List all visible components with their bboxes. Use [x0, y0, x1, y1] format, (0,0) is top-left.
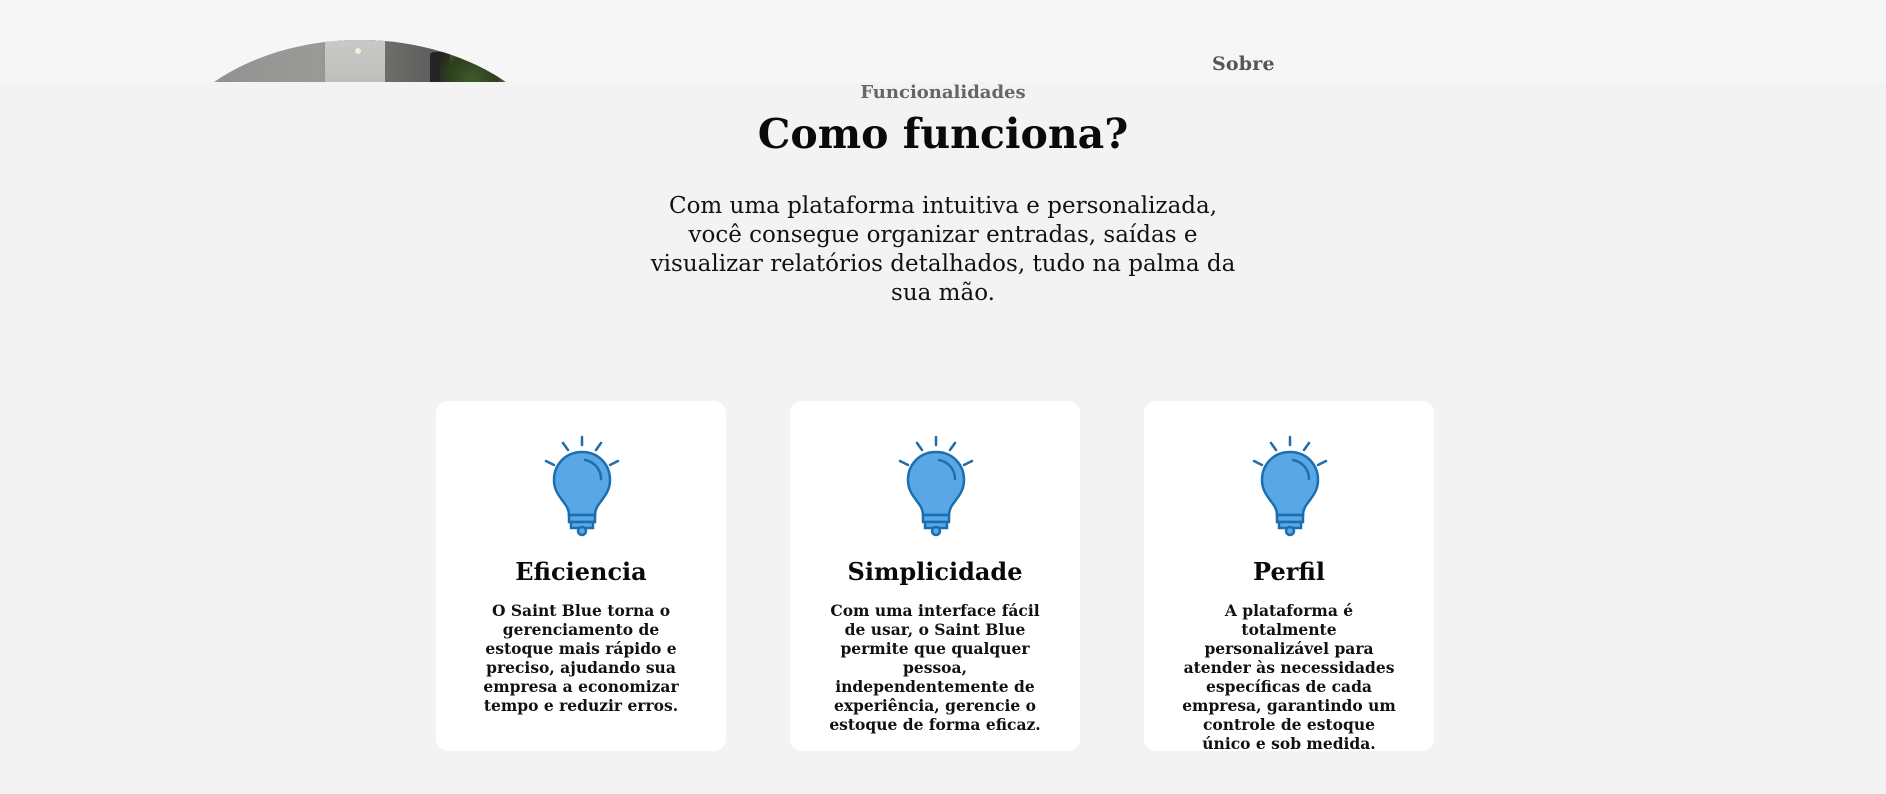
site-header: Sobre: [0, 0, 1886, 82]
feature-card-eficiencia: Eficiencia O Saint Blue torna o gerencia…: [436, 401, 726, 751]
page: Sobre Funcionalidades Como funciona? Com…: [0, 0, 1886, 794]
card-title: Eficiencia: [515, 557, 647, 586]
hero-photo: [150, 40, 570, 82]
features-section: Funcionalidades Como funciona? Com uma p…: [0, 82, 1886, 794]
card-title: Perfil: [1253, 557, 1325, 586]
section-eyebrow: Funcionalidades: [860, 82, 1026, 103]
lightbulb-icon: [1252, 435, 1328, 537]
nav-link-sobre[interactable]: Sobre: [1212, 53, 1275, 75]
card-text: Com uma interface fácil de usar, o Saint…: [829, 601, 1041, 734]
lightbulb-icon: [898, 435, 974, 537]
section-subtitle: Com uma plataforma intuitiva e personali…: [650, 193, 1236, 306]
feature-card-perfil: Perfil A plataforma é totalmente persona…: [1144, 401, 1434, 753]
feature-card-simplicidade: Simplicidade Com uma interface fácil de …: [790, 401, 1080, 751]
lightbulb-icon: [544, 435, 620, 537]
card-text: A plataforma é totalmente personalizável…: [1182, 601, 1396, 753]
card-title: Simplicidade: [847, 557, 1023, 586]
card-text: O Saint Blue torna o gerenciamento de es…: [483, 601, 679, 715]
section-title: Como funciona?: [757, 110, 1129, 158]
feature-cards: Eficiencia O Saint Blue torna o gerencia…: [436, 401, 1436, 753]
